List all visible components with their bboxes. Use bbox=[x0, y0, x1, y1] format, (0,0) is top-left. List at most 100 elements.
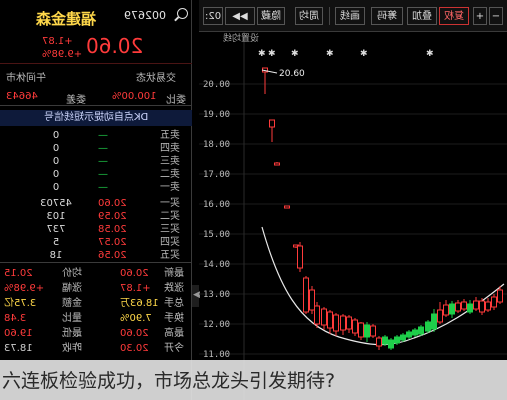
change-amount: +1.87 bbox=[42, 36, 73, 47]
signal-bar[interactable]: DK点自动提示短线信号 bbox=[0, 110, 192, 126]
candle-body bbox=[449, 303, 455, 315]
stat-value: 7.90% bbox=[120, 313, 152, 324]
search-icon[interactable] bbox=[177, 8, 188, 19]
y-axis-ticks: 20.00 19.00 18.00 17.00 16.00 15.00 14.00 13.00… bbox=[203, 80, 230, 360]
order-price: 20.56 bbox=[98, 250, 127, 261]
order-sell-row: 卖一 — 0 bbox=[0, 182, 192, 194]
y-tick-label: 19.00 bbox=[203, 110, 230, 120]
candle-body bbox=[497, 289, 503, 303]
candle-body bbox=[479, 300, 485, 313]
toolbar-button-chips[interactable]: 筹码 bbox=[371, 7, 403, 25]
stat-label: 换手 bbox=[164, 313, 184, 324]
candle-body bbox=[309, 289, 315, 311]
candle-body bbox=[346, 316, 352, 330]
candle-body bbox=[321, 308, 327, 326]
stat-label: 昨收 bbox=[62, 343, 82, 354]
order-volume: 103 bbox=[46, 211, 66, 222]
candle-body bbox=[388, 339, 394, 349]
candle-body bbox=[473, 300, 479, 310]
order-volume: 737 bbox=[46, 224, 66, 235]
order-empty-flag: — bbox=[98, 182, 108, 193]
weibi-value: 100.00% bbox=[112, 91, 157, 102]
candle-body bbox=[394, 336, 400, 344]
stats-row: 今开 20.30 昨收 18.73 bbox=[0, 342, 192, 356]
order-label: 买二 bbox=[160, 211, 180, 222]
order-sell-row: 卖二 — 0 bbox=[0, 169, 192, 181]
stock-name: 福建金森 bbox=[36, 10, 97, 28]
stats-row: 最新 20.60 均价 20.15 bbox=[0, 267, 192, 281]
quote-header: 福建金森 002679 bbox=[0, 0, 192, 34]
stock-code[interactable]: 002679 bbox=[124, 9, 166, 22]
candle-body bbox=[314, 305, 320, 325]
kline-chart[interactable]: 20.00 19.00 18.00 17.00 16.00 15.00 14.00 13.00… bbox=[199, 32, 507, 400]
toolbar-separator bbox=[329, 7, 330, 25]
price-annotation: 20.60 bbox=[279, 69, 305, 79]
stats-row: 最高 20.60 最低 19.60 bbox=[0, 327, 192, 341]
order-buy-row: 买二 20.59 103 bbox=[0, 211, 192, 223]
candle-body bbox=[358, 322, 364, 338]
order-empty-flag: — bbox=[98, 143, 108, 154]
weicha-label: 委差 bbox=[66, 95, 86, 106]
candle-body bbox=[382, 336, 388, 345]
toolbar-button-draw[interactable]: 画线 bbox=[335, 7, 365, 25]
order-label: 买四 bbox=[160, 237, 180, 248]
toolbar-button-adjust[interactable]: 复权 bbox=[439, 7, 469, 25]
quote-panel: 福建金森 002679 20.60 +1.87 +9.98% 交易状态 午间休市… bbox=[0, 0, 192, 400]
candle-body bbox=[327, 311, 333, 329]
stat-label: 涨幅 bbox=[62, 283, 82, 294]
market-state: 午间休市 bbox=[6, 73, 46, 84]
candle-body bbox=[443, 304, 449, 316]
toolbar-button-hide[interactable]: 隐藏 bbox=[257, 7, 285, 25]
star-marker: ✱ bbox=[360, 49, 368, 59]
weibi-label: 委比 bbox=[166, 95, 186, 106]
candle-body bbox=[425, 321, 431, 332]
stat-label: 均价 bbox=[62, 268, 82, 279]
zoom-in-button[interactable]: + bbox=[473, 7, 487, 25]
stat-label: 金额 bbox=[62, 298, 82, 309]
stat-value: +9.98% bbox=[4, 283, 45, 294]
stat-value: 20.60 bbox=[120, 328, 149, 339]
toolbar-button-period[interactable]: 02: bbox=[203, 7, 223, 25]
order-buy-row: 买一 20.60 45703 bbox=[0, 198, 192, 210]
order-buy-row: 买四 20.57 5 bbox=[0, 237, 192, 249]
zoom-out-button[interactable]: − bbox=[489, 7, 503, 25]
stat-label: 总手 bbox=[164, 298, 184, 309]
stat-value: 18.73 bbox=[4, 343, 33, 354]
order-label: 卖二 bbox=[160, 169, 180, 180]
stats-row: 涨跌 +1.87 涨幅 +9.98% bbox=[0, 282, 192, 296]
stat-label: 涨跌 bbox=[164, 283, 184, 294]
toolbar-button-ma[interactable]: 周均 bbox=[295, 7, 323, 25]
order-price: 20.58 bbox=[98, 224, 127, 235]
star-marker: ✱ bbox=[258, 49, 266, 59]
order-buy-row: 买五 20.56 18 bbox=[0, 250, 192, 262]
stat-value: 3.48 bbox=[4, 313, 27, 324]
candle-body bbox=[352, 319, 358, 334]
candle-body bbox=[406, 331, 412, 338]
y-tick-label: 14.00 bbox=[203, 260, 230, 270]
change-percent: +9.98% bbox=[42, 49, 83, 60]
stat-label: 最高 bbox=[164, 328, 184, 339]
y-tick-label: 12.00 bbox=[203, 320, 230, 330]
panel-collapse-handle[interactable]: ◀ bbox=[192, 285, 200, 307]
candle-body bbox=[269, 119, 275, 128]
candle-body bbox=[431, 313, 437, 330]
order-label: 卖五 bbox=[160, 130, 180, 141]
candle-body bbox=[418, 326, 424, 335]
last-price: 20.60 bbox=[86, 34, 144, 58]
candle-body bbox=[400, 334, 406, 341]
stat-label: 最低 bbox=[62, 328, 82, 339]
y-tick-label: 13.00 bbox=[203, 290, 230, 300]
stat-value: 19.60 bbox=[4, 328, 33, 339]
toolbar-button-back[interactable]: ◀◀ bbox=[225, 7, 255, 25]
weicha-value: 46643 bbox=[6, 91, 38, 102]
order-volume: 0 bbox=[52, 182, 60, 193]
order-buy-row: 买三 20.58 737 bbox=[0, 224, 192, 236]
star-marker: ✱ bbox=[426, 49, 434, 59]
stat-value: 18.63万 bbox=[120, 298, 159, 309]
toolbar-button-overlay[interactable]: 叠加 bbox=[407, 7, 437, 25]
candle-body bbox=[491, 296, 497, 308]
stat-label: 量比 bbox=[62, 313, 82, 324]
order-label: 买五 bbox=[160, 250, 180, 261]
stat-value: +1.87 bbox=[120, 283, 151, 294]
candle-body bbox=[376, 337, 382, 347]
